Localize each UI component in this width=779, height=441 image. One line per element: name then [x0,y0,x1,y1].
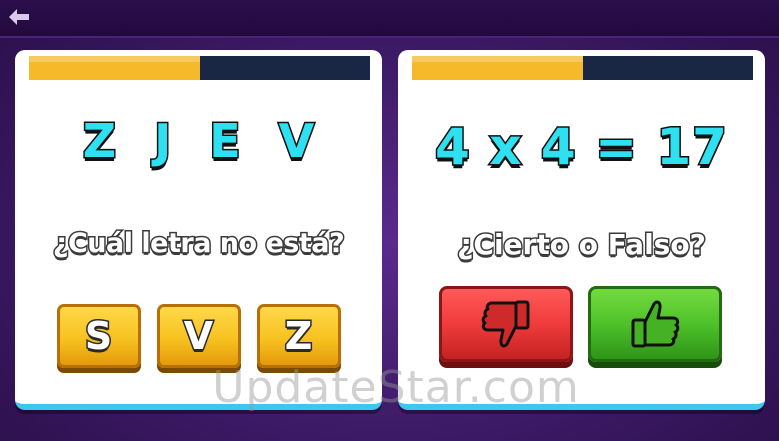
timer-bar-fill [29,56,200,80]
question-text: ¿Cuál letra no está? [51,227,346,261]
answer-option-button[interactable]: S [56,304,141,368]
answer-option-button[interactable]: V [156,304,241,368]
top-bar [0,0,779,38]
question-text: ¿Cierto o Falso? [456,227,708,263]
true-button[interactable] [588,286,722,362]
thumbs-down-icon [481,300,530,348]
back-arrow-icon [9,9,29,25]
timer-bar-fill [412,56,583,80]
missing-letter-card: Z J E V ¿Cuál letra no está? S V Z [15,50,382,410]
true-false-card: 4 x 4 = 17 ¿Cierto o Falso? [398,50,765,410]
answer-option-label: S [83,313,113,360]
sequence-letter: Z [81,113,117,170]
answer-option-label: V [182,313,214,360]
timer-bar [412,56,753,80]
letter-sequence: Z J E V [15,113,382,170]
answer-option-label: Z [283,313,314,360]
answer-option-button[interactable]: Z [256,304,341,368]
answer-options: S V Z [15,304,382,368]
false-button[interactable] [439,286,573,362]
thumbs-up-icon [631,300,680,348]
timer-bar [29,56,370,80]
sequence-letter: E [208,113,242,170]
sequence-letter: J [153,113,173,170]
back-button[interactable] [4,4,34,30]
sequence-letter: V [277,113,316,170]
equation-text: 4 x 4 = 17 [434,117,729,178]
